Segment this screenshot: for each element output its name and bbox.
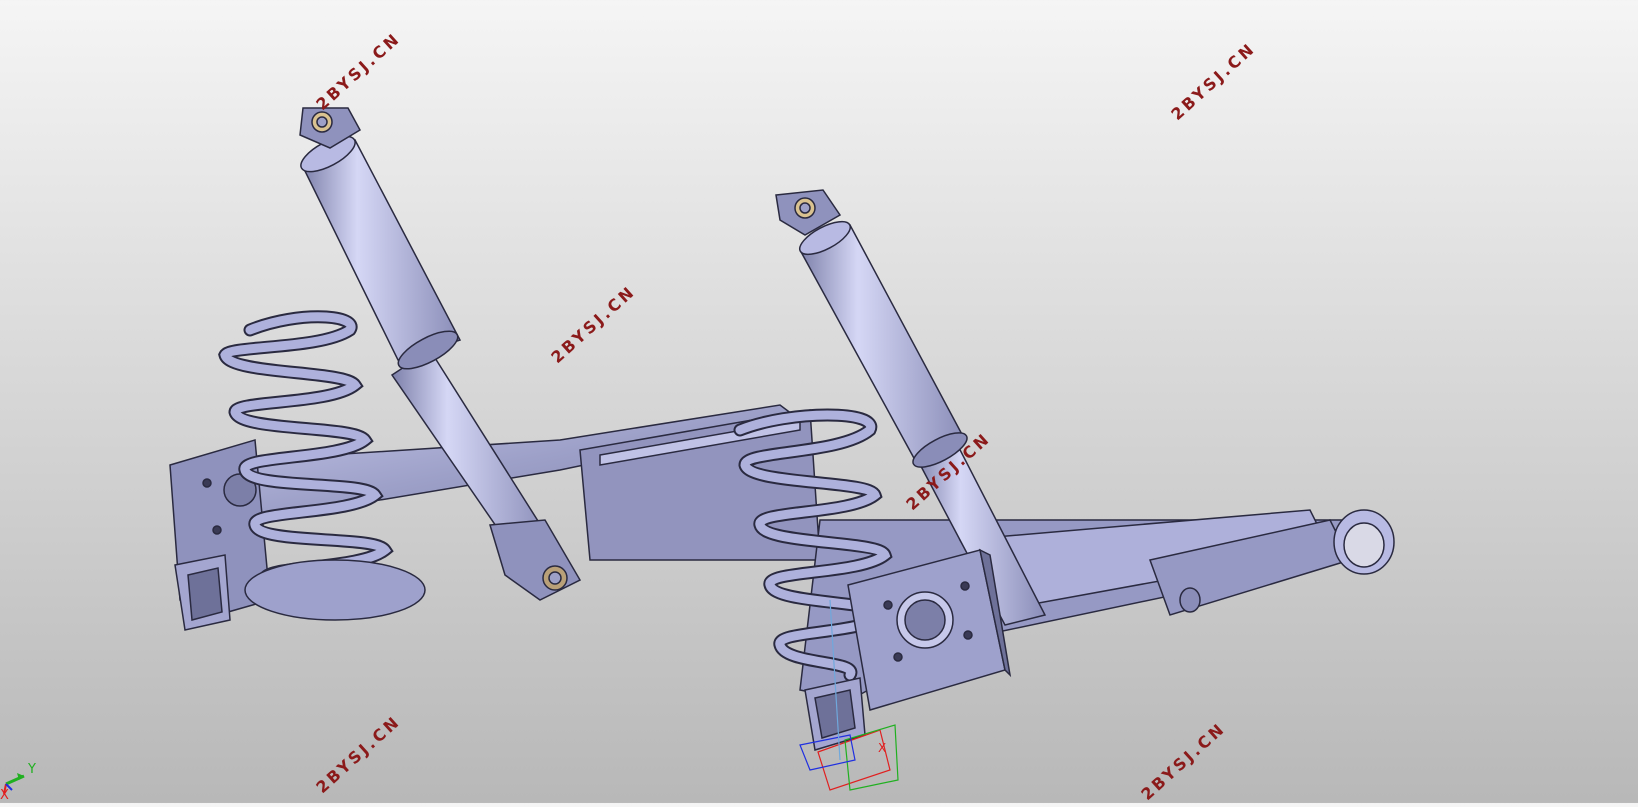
- triad-x-label: X: [0, 788, 9, 803]
- suspension-assembly-model[interactable]: X: [0, 0, 1638, 803]
- 3d-viewport[interactable]: X 2BYSJ.CN 2BYSJ.CN 2BYSJ.CN 2BYSJ.CN 2B…: [0, 0, 1638, 804]
- left-shock-absorber[interactable]: [296, 107, 582, 601]
- part-triad-x-label: X: [878, 741, 886, 755]
- triad-y-label: Y: [28, 762, 36, 777]
- view-orientation-triad[interactable]: Y X: [0, 760, 60, 803]
